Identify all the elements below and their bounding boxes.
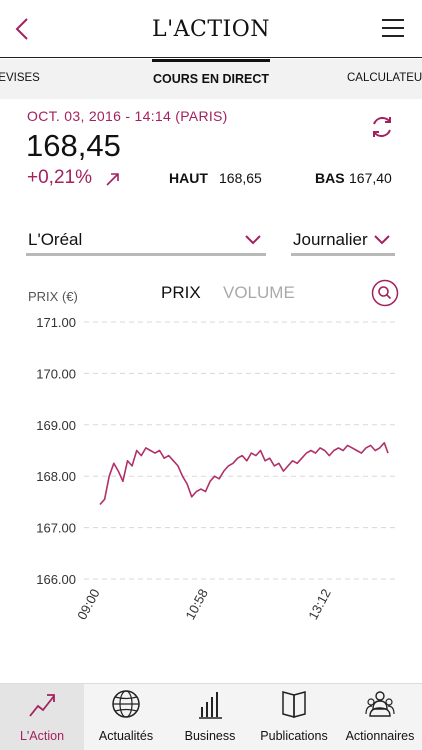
- nav-label: Business: [184, 729, 236, 743]
- current-price: 168,45: [26, 128, 121, 163]
- y-tick-label: 171.00: [36, 315, 76, 330]
- nav-item-actualites[interactable]: Actualités: [84, 684, 168, 750]
- nav-item-actionnaires[interactable]: Actionnaires: [338, 684, 422, 750]
- company-select[interactable]: L'Oréal: [26, 228, 266, 256]
- trend-chart-icon: [29, 694, 55, 717]
- tab-calculateur[interactable]: CALCULATEUR: [347, 72, 422, 84]
- nav-label: Actionnaires: [345, 729, 415, 743]
- low-label: BAS: [315, 170, 345, 186]
- x-tick-label: 13:12: [305, 586, 334, 622]
- trend-up-arrow-icon: [106, 173, 119, 186]
- bar-chart-icon: [199, 692, 222, 719]
- x-tick-label: 10:58: [182, 586, 211, 622]
- active-tab-indicator: [152, 59, 270, 62]
- period-select[interactable]: Journalier: [291, 228, 395, 256]
- quote-timestamp: OCT. 03, 2016 - 14:14 (PARIS): [27, 108, 228, 124]
- nav-item-business[interactable]: Business: [168, 684, 252, 750]
- refresh-icon[interactable]: [369, 114, 395, 140]
- nav-label: L'Action: [19, 729, 65, 743]
- period-select-value: Journalier: [293, 230, 368, 249]
- nav-item-publications[interactable]: Publications: [252, 684, 336, 750]
- chart-tab-price[interactable]: PRIX: [161, 283, 201, 303]
- price-series-line: [99, 442, 389, 506]
- chevron-down-icon: [374, 235, 390, 245]
- y-tick-label: 169.00: [36, 418, 76, 433]
- y-tick-label: 166.00: [36, 572, 76, 587]
- app-title: L'ACTION: [151, 17, 271, 42]
- y-tick-label: 170.00: [36, 366, 76, 381]
- chart-tab-volume[interactable]: VOLUME: [223, 283, 295, 303]
- low-value: 167,40: [349, 170, 392, 186]
- nav-label: Actualités: [98, 729, 154, 743]
- y-tick-label: 168.00: [36, 469, 76, 484]
- price-line-chart[interactable]: 171.00 170.00 169.00 168.00 167.00 166.0009:0…: [0, 305, 422, 680]
- section-tabs: DEVISES COURS EN DIRECT CALCULATEUR: [0, 59, 422, 99]
- price-change: +0,21%: [27, 167, 92, 188]
- high-label: HAUT: [169, 170, 208, 186]
- company-select-value: L'Oréal: [28, 230, 83, 249]
- app-header: L'ACTION: [0, 0, 422, 58]
- book-icon: [282, 691, 306, 718]
- people-icon: [365, 691, 395, 717]
- x-tick-label: 09:00: [74, 586, 103, 622]
- bottom-navigation: L'Action Actualités Business Publication…: [0, 683, 422, 750]
- nav-label: Publications: [260, 729, 328, 743]
- chevron-down-icon: [245, 235, 261, 245]
- y-tick-label: 167.00: [36, 521, 76, 536]
- high-value: 168,65: [219, 170, 262, 186]
- chart-unit-label: PRIX (€): [28, 289, 78, 304]
- zoom-search-icon[interactable]: [371, 279, 399, 307]
- hamburger-menu-icon[interactable]: [382, 18, 404, 38]
- globe-icon: [112, 690, 140, 718]
- nav-item-laction[interactable]: L'Action: [0, 684, 84, 750]
